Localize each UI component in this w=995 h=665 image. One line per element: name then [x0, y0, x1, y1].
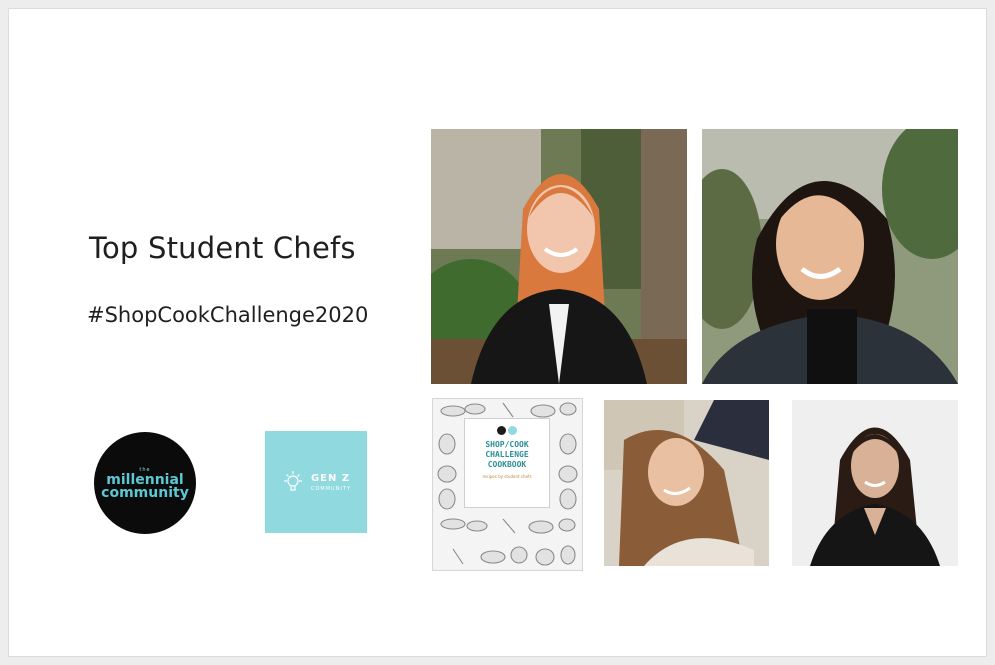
millennial-community-logo: the millennial community	[94, 432, 196, 534]
gen-z-community-logo: GEN Z COMMUNITY	[265, 431, 367, 533]
slide-title: Top Student Chefs	[89, 231, 356, 265]
student-photo-2	[702, 129, 958, 384]
cookbook-title-line-3: COOKBOOK	[487, 460, 527, 469]
cookbook-cover: SHOP/COOK CHALLENGE COOKBOOK recipes by …	[432, 398, 583, 571]
student-photo-3	[604, 400, 769, 566]
slide-hashtag: #ShopCookChallenge2020	[87, 303, 369, 327]
student-photo-4	[792, 400, 958, 566]
genz-logo-title: GEN Z	[310, 472, 351, 484]
cookbook-title-line-2: CHALLENGE	[485, 450, 529, 459]
presentation-slide: Top Student Chefs #ShopCookChallenge2020…	[8, 8, 987, 657]
cookbook-subtitle: recipes by student chefs	[482, 474, 532, 479]
logo-line-2: community	[101, 484, 189, 501]
lightbulb-icon	[283, 471, 302, 491]
genz-logo-subtitle: COMMUNITY	[310, 485, 352, 492]
student-photo-1	[431, 129, 687, 384]
cookbook-title-line-1: SHOP/COOK	[485, 440, 529, 449]
cookbook-title-card: SHOP/COOK CHALLENGE COOKBOOK recipes by …	[465, 419, 549, 507]
